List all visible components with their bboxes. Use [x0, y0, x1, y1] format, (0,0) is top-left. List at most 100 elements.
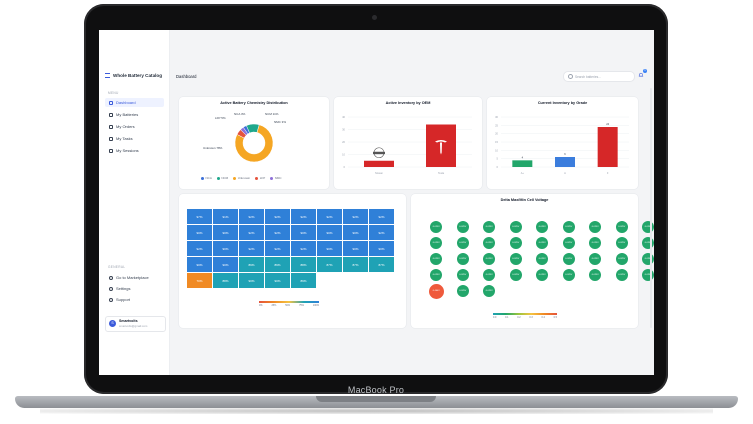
voltage-dot[interactable]: 0.025V: [430, 269, 443, 281]
soh-cell[interactable]: 92%: [239, 209, 264, 224]
voltage-dot[interactable]: 0.025V: [642, 269, 654, 281]
voltage-dot[interactable]: 0.025V: [642, 221, 654, 233]
voltage-dot[interactable]: 0.025V: [615, 253, 628, 265]
soh-cell[interactable]: 89%: [265, 257, 290, 272]
soh-cell[interactable]: 70%: [187, 273, 212, 288]
soh-cell[interactable]: 92%: [265, 209, 290, 224]
soh-cell[interactable]: 88%: [291, 257, 316, 272]
legend-item-nmc[interactable]: NMC: [270, 176, 282, 180]
voltage-dot[interactable]: 0.025V: [642, 253, 654, 265]
soh-cell[interactable]: 90%: [265, 273, 290, 288]
legend-item-nca[interactable]: NCA: [201, 176, 212, 180]
soh-cell[interactable]: 92%: [291, 241, 316, 256]
voltage-dot[interactable]: 0.025V: [562, 253, 575, 265]
soh-cell[interactable]: 92%: [343, 209, 368, 224]
soh-cell[interactable]: 87%: [317, 257, 342, 272]
voltage-dot[interactable]: 0.025V: [509, 221, 522, 233]
voltage-dot[interactable]: 0.025V: [483, 285, 496, 297]
voltage-dot[interactable]: 0.025V: [456, 237, 469, 249]
legend-item-unknown[interactable]: Unknown: [233, 176, 250, 180]
soh-cell[interactable]: 90%: [213, 241, 238, 256]
soh-cell[interactable]: 92%: [239, 241, 264, 256]
voltage-dot[interactable]: 0.025V: [430, 237, 443, 249]
sidebar-item-dashboard[interactable]: Dashboard: [105, 98, 164, 107]
voltage-dot[interactable]: 0.025V: [509, 237, 522, 249]
sidebar-item-settings[interactable]: Settings: [105, 284, 164, 293]
soh-cell[interactable]: 92%: [265, 225, 290, 240]
voltage-dot[interactable]: 0.025V: [483, 253, 496, 265]
soh-cell[interactable]: 90%: [343, 241, 368, 256]
soh-cell[interactable]: 90%: [317, 241, 342, 256]
voltage-dot[interactable]: 0.025V: [430, 253, 443, 265]
voltage-dot[interactable]: 0.025V: [615, 269, 628, 281]
soh-cell[interactable]: 92%: [187, 241, 212, 256]
user-card[interactable]: S Smartvolts smartvolts@gmail.com: [105, 316, 166, 332]
legend-item-ncm[interactable]: NCM: [216, 176, 228, 180]
voltage-dot[interactable]: 0.025V: [509, 269, 522, 281]
bar-a-plus[interactable]: [512, 160, 533, 167]
voltage-dot[interactable]: 0.025V: [536, 269, 549, 281]
soh-cell[interactable]: 90%: [369, 241, 394, 256]
sidebar-item-support[interactable]: Support: [105, 295, 164, 304]
soh-cell[interactable]: 90%: [317, 225, 342, 240]
sidebar-item-my-batteries[interactable]: My Batteries: [105, 110, 164, 119]
voltage-dot[interactable]: 0.025V: [642, 237, 654, 249]
sidebar-item-go-to-marketplace[interactable]: Go to Marketplace: [105, 273, 164, 282]
soh-cell[interactable]: 92%: [291, 209, 316, 224]
search-input[interactable]: Search batteries...: [563, 71, 635, 82]
voltage-dot[interactable]: 0.025V: [456, 253, 469, 265]
voltage-dot[interactable]: 0.025V: [456, 221, 469, 233]
voltage-dot-alert[interactable]: 0.464V: [428, 283, 444, 299]
sidebar-item-my-tasks[interactable]: My Tasks: [105, 134, 164, 143]
voltage-dot[interactable]: 0.025V: [483, 237, 496, 249]
soh-cell[interactable]: 90%: [343, 225, 368, 240]
voltage-dot[interactable]: 0.025V: [456, 269, 469, 281]
scrollbar[interactable]: [650, 88, 652, 328]
voltage-dot[interactable]: 0.025V: [562, 269, 575, 281]
voltage-dot[interactable]: 0.025V: [615, 237, 628, 249]
soh-cell[interactable]: 90%: [239, 273, 264, 288]
soh-cell[interactable]: 89%: [291, 273, 316, 288]
soh-cell[interactable]: 92%: [369, 209, 394, 224]
voltage-dot[interactable]: 0.025V: [589, 221, 602, 233]
soh-cell[interactable]: 90%: [187, 257, 212, 272]
bar-a[interactable]: [555, 157, 575, 167]
soh-cell[interactable]: 91%: [213, 209, 238, 224]
legend-item-lfp[interactable]: LFP: [255, 176, 265, 180]
soh-cell[interactable]: 92%: [239, 225, 264, 240]
soh-cell[interactable]: 90%: [213, 225, 238, 240]
voltage-dot[interactable]: 0.025V: [589, 253, 602, 265]
brand[interactable]: Whole Battery Catalog: [105, 73, 162, 78]
soh-cell[interactable]: 92%: [317, 209, 342, 224]
soh-cell[interactable]: 90%: [213, 257, 238, 272]
soh-cell[interactable]: 92%: [265, 241, 290, 256]
voltage-dot[interactable]: 0.025V: [536, 221, 549, 233]
scale-tick-label: 25%: [271, 304, 277, 307]
bar-f[interactable]: [597, 127, 618, 167]
voltage-dot[interactable]: 0.025V: [615, 221, 628, 233]
bell-icon[interactable]: [638, 72, 644, 78]
voltage-dot[interactable]: 0.025V: [562, 221, 575, 233]
soh-cell[interactable]: 92%: [369, 225, 394, 240]
sidebar-item-my-sessions[interactable]: My Sessions: [105, 146, 164, 155]
soh-cell[interactable]: 88%: [213, 273, 238, 288]
voltage-dot[interactable]: 0.025V: [430, 221, 443, 233]
voltage-dot[interactable]: 0.025V: [483, 221, 496, 233]
voltage-dot[interactable]: 0.025V: [536, 237, 549, 249]
soh-cell[interactable]: 90%: [291, 225, 316, 240]
soh-cell[interactable]: 90%: [187, 225, 212, 240]
voltage-dot[interactable]: 0.025V: [456, 285, 469, 297]
x-tick-label: Tesla: [438, 171, 445, 175]
soh-cell[interactable]: 89%: [239, 257, 264, 272]
voltage-dot[interactable]: 0.025V: [483, 269, 496, 281]
voltage-dot[interactable]: 0.025V: [589, 269, 602, 281]
voltage-dot[interactable]: 0.025V: [589, 237, 602, 249]
soh-cell[interactable]: 87%: [343, 257, 368, 272]
voltage-dot[interactable]: 0.025V: [509, 253, 522, 265]
sidebar-item-my-orders[interactable]: My Orders: [105, 122, 164, 131]
voltage-dot[interactable]: 0.025V: [562, 237, 575, 249]
soh-cell[interactable]: 97%: [187, 209, 212, 224]
voltage-dot[interactable]: 0.025V: [536, 253, 549, 265]
soh-cell[interactable]: 87%: [369, 257, 394, 272]
bar-nissan[interactable]: [364, 160, 394, 167]
